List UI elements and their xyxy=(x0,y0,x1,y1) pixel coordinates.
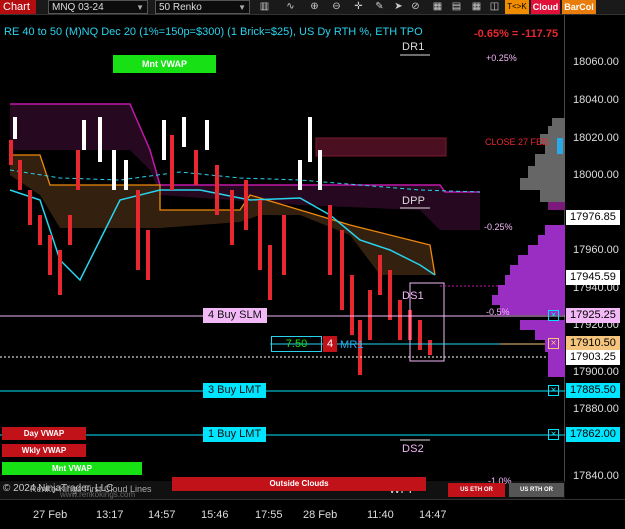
instrument-selector[interactable]: MNQ 03-24 ▼ xyxy=(48,0,148,14)
bar-type-value: 50 Renko xyxy=(159,2,202,13)
instrument-value: MNQ 03-24 xyxy=(52,2,104,13)
close-order-icon[interactable]: × xyxy=(548,429,559,440)
chart-menu-button[interactable]: Chart xyxy=(0,0,36,14)
close-order-icon[interactable]: × xyxy=(548,385,559,396)
chevron-down-icon: ▼ xyxy=(238,3,246,12)
wkly-vwap-button[interactable]: Wkly VWAP xyxy=(2,444,86,457)
grid-icon[interactable]: ▦ xyxy=(470,0,483,14)
close-label: CLOSE 27 FEB xyxy=(485,137,549,147)
dr1-label: DR1 xyxy=(402,41,425,53)
buy-lmt-1-order-label[interactable]: 1 Buy LMT xyxy=(203,427,267,442)
bar-type-selector[interactable]: 50 Renko ▼ xyxy=(155,0,250,14)
cloud-toggle-button[interactable]: Cloud xyxy=(531,0,560,14)
mnt-vwap-button[interactable]: Mnt VWAP xyxy=(2,462,142,475)
pct-minus-025: -0.25% xyxy=(484,222,513,232)
position-pnl[interactable]: 7.50 xyxy=(271,336,322,352)
y-tick: 17880.00 xyxy=(573,403,619,415)
properties-icon[interactable]: ▦ xyxy=(431,0,444,14)
order-icon[interactable]: ◫ xyxy=(488,0,501,14)
close-order-icon[interactable]: × xyxy=(548,310,559,321)
close-position-icon[interactable]: × xyxy=(548,338,559,349)
template-icon[interactable]: ▤ xyxy=(450,0,463,14)
x-tick: 14:57 xyxy=(148,509,176,521)
avg-price-flag: 17910.50 xyxy=(566,336,620,351)
toolbar: Chart MNQ 03-24 ▼ 50 Renko ▼ ▥ ∿ ⊕ ⊖ ✛ ✎… xyxy=(0,0,625,15)
y-tick: 18020.00 xyxy=(573,132,619,144)
day-vwap-button[interactable]: Day VWAP xyxy=(2,427,86,440)
dpp-label: DPP xyxy=(402,195,426,207)
buy-slm-order-label[interactable]: 4 Buy SLM xyxy=(203,308,267,323)
x-tick: 28 Feb xyxy=(303,509,338,521)
y-tick: 18040.00 xyxy=(573,94,619,106)
attach-icon[interactable]: ⊘ xyxy=(409,0,422,14)
zoom-in-icon[interactable]: ⊕ xyxy=(308,0,321,14)
chart-title: RE 40 to 50 (M)NQ Dec 20 (1%=150p=$300) … xyxy=(4,26,423,38)
y-tick: 17900.00 xyxy=(573,366,619,378)
cloud-lower xyxy=(10,155,435,275)
position-qty[interactable]: 4 xyxy=(323,336,337,352)
buy-lmt-3-order-label[interactable]: 3 Buy LMT xyxy=(203,383,267,398)
buy-lmt-1-price-flag: 17862.00 xyxy=(566,427,620,442)
x-tick: 11:40 xyxy=(367,509,394,521)
bars-icon[interactable]: ▥ xyxy=(258,0,271,14)
y-tick: 17960.00 xyxy=(573,244,619,256)
tk-toggle-button[interactable]: T<>K xyxy=(505,0,529,14)
mr1-label: MR1 xyxy=(340,339,364,351)
buy-slm-price-flag: 17925.25 xyxy=(566,308,620,323)
x-tick: 14:47 xyxy=(419,509,447,521)
resistance-box xyxy=(315,137,447,157)
barcol-toggle-button[interactable]: BarCol xyxy=(562,0,596,14)
profit-loss-value: -0.65% = -117.75 xyxy=(474,28,559,40)
zoom-out-icon[interactable]: ⊖ xyxy=(330,0,343,14)
close-marker xyxy=(557,138,563,154)
us-rth-or-button[interactable]: US RTH OR xyxy=(509,483,564,497)
y-tick: 18000.00 xyxy=(573,169,619,181)
x-tick: 13:17 xyxy=(96,509,124,521)
buy-lmt-3-price-flag: 17885.50 xyxy=(566,383,620,398)
us-eth-or-button[interactable]: US ETH OR xyxy=(448,483,505,497)
x-tick: 27 Feb xyxy=(33,509,68,521)
price-flag: 17976.85 xyxy=(566,210,620,225)
last-price-flag: 17903.25 xyxy=(566,350,620,365)
pct-plus-025: +0.25% xyxy=(486,53,517,63)
crosshair-icon[interactable]: ✛ xyxy=(352,0,365,14)
pointer-icon[interactable]: ➤ xyxy=(392,0,405,14)
price-flag: 17945.59 xyxy=(566,270,620,285)
y-tick: 18060.00 xyxy=(573,56,619,68)
x-tick: 15:46 xyxy=(201,509,229,521)
watermark: www.renkokings.com xyxy=(60,490,136,499)
indicator-icon[interactable]: ∿ xyxy=(284,0,297,14)
ds2-label: DS2 xyxy=(402,443,424,455)
pct-minus-05: -0.5% xyxy=(486,307,510,317)
ds1-label: DS1 xyxy=(402,290,424,302)
x-tick: 17:55 xyxy=(255,509,283,521)
draw-icon[interactable]: ✎ xyxy=(373,0,386,14)
outside-clouds-button[interactable]: Outside Clouds xyxy=(172,477,426,491)
y-tick: 17840.00 xyxy=(573,470,619,482)
mnt-vwap-tag: Mnt VWAP xyxy=(113,55,216,73)
chevron-down-icon: ▼ xyxy=(136,3,144,12)
